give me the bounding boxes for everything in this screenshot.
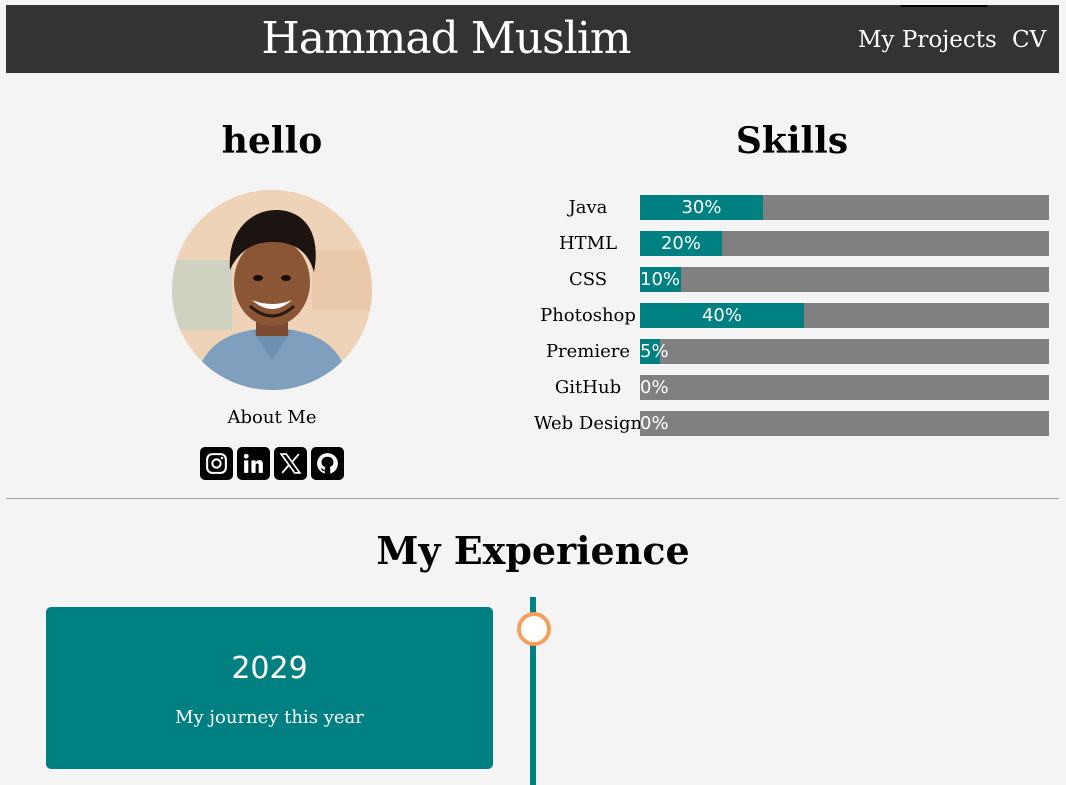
skill-name: Web Design (534, 413, 643, 434)
section-divider (6, 498, 1059, 499)
skill-row: GitHub 0% (534, 375, 1049, 400)
nav-my-projects[interactable]: My Projects (858, 27, 997, 53)
skill-name: Premiere (545, 341, 631, 362)
skill-name: CSS (568, 269, 608, 290)
skill-bar-track: 40% (640, 303, 1049, 328)
instagram-icon[interactable] (200, 447, 233, 480)
skill-row: CSS 10% (534, 267, 1049, 292)
about-me-link[interactable]: About Me (172, 407, 372, 428)
site-title: Hammad Muslim (261, 13, 631, 64)
skills-heading: Skills (735, 120, 849, 162)
skill-name: HTML (558, 233, 618, 254)
skill-row: Premiere 5% (534, 339, 1049, 364)
skill-bar-track: 0% (640, 375, 1049, 400)
skill-bar-track: 10% (640, 267, 1049, 292)
avatar (172, 190, 372, 390)
skill-percent: 5% (640, 341, 669, 362)
skill-percent: 0% (640, 377, 669, 398)
skill-percent: 10% (640, 269, 681, 290)
experience-year: 2029 (231, 651, 308, 686)
header-tab-indicator (901, 5, 987, 7)
nav-cv[interactable]: CV (1012, 27, 1046, 53)
experience-card: 2029 My journey this year (46, 607, 493, 769)
experience-text: My journey this year (175, 707, 364, 728)
skill-name: GitHub (554, 377, 622, 398)
github-icon[interactable] (311, 447, 344, 480)
profile-heading: hello (221, 120, 323, 162)
social-links (200, 447, 344, 481)
skill-percent: 30% (681, 197, 722, 218)
linkedin-icon[interactable] (237, 447, 270, 480)
skill-bar-track: 5% (640, 339, 1049, 364)
skill-row: Photoshop 40% (534, 303, 1049, 328)
skill-row: Web Design 0% (534, 411, 1049, 436)
experience-heading: My Experience (376, 528, 690, 573)
site-header: Hammad Muslim My Projects CV (6, 5, 1059, 73)
skill-percent: 20% (660, 233, 701, 254)
skill-percent: 0% (640, 413, 669, 434)
skill-percent: 40% (701, 305, 742, 326)
skill-name: Java (568, 197, 608, 218)
skill-row: HTML 20% (534, 231, 1049, 256)
skill-bar-track: 0% (640, 411, 1049, 436)
timeline-dot (517, 612, 551, 646)
skill-name: Photoshop (540, 305, 636, 326)
skill-bar-track: 30% (640, 195, 1049, 220)
x-icon[interactable] (274, 447, 307, 480)
skill-row: Java 30% (534, 195, 1049, 220)
skill-bar-track: 20% (640, 231, 1049, 256)
